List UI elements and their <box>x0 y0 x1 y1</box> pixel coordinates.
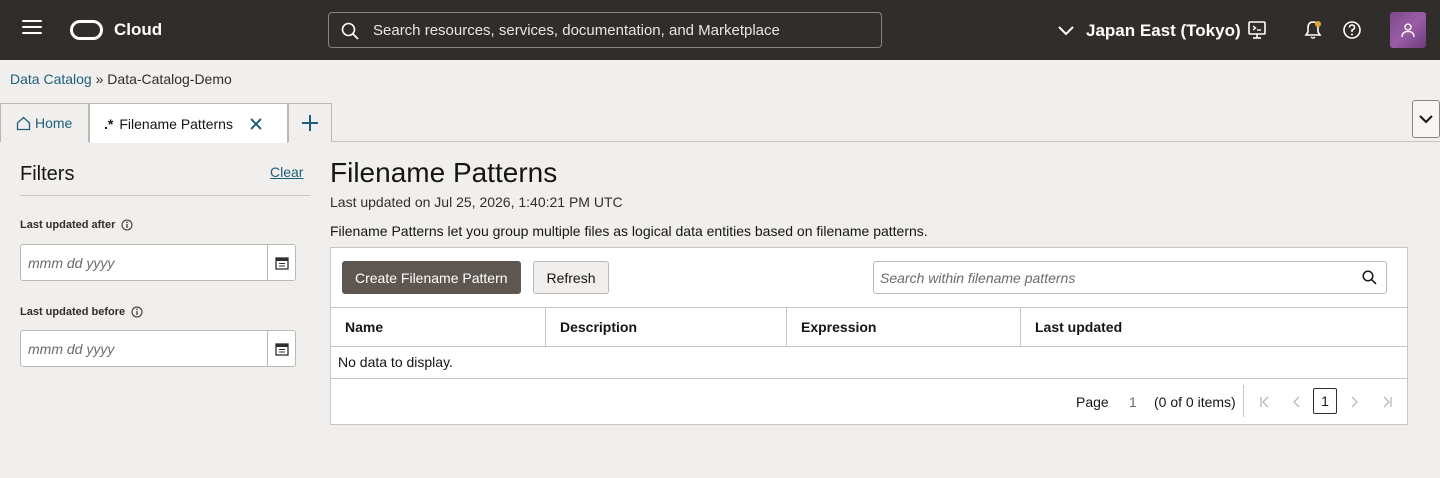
chevron-down-icon <box>1058 26 1074 36</box>
last-updated-before-label: Last updated before <box>20 306 143 318</box>
calendar-button[interactable] <box>267 245 295 280</box>
user-avatar[interactable] <box>1390 12 1426 48</box>
global-search-input[interactable] <box>373 13 873 47</box>
global-search[interactable] <box>328 12 882 48</box>
breadcrumb-current: Data-Catalog-Demo <box>107 71 232 87</box>
column-header-name[interactable]: Name <box>331 308 545 346</box>
last-updated-after-text: Last updated after <box>20 219 116 231</box>
last-page-icon[interactable] <box>1380 394 1394 410</box>
last-updated-before-input[interactable] <box>21 331 267 366</box>
close-icon[interactable] <box>250 117 262 130</box>
search-icon <box>341 22 359 40</box>
tab-home[interactable]: Home <box>0 103 89 142</box>
filters-divider <box>20 195 310 196</box>
bell-icon[interactable] <box>1303 20 1323 40</box>
info-icon[interactable] <box>131 306 143 318</box>
pagination: Page 1 (0 of 0 items) 1 <box>331 378 1407 424</box>
table-header: Name Description Expression Last updated <box>331 307 1407 347</box>
tab-strip: Home .* Filename Patterns <box>0 100 1440 143</box>
current-page-button[interactable]: 1 <box>1313 388 1337 414</box>
plus-icon <box>302 115 318 131</box>
column-header-description[interactable]: Description <box>545 308 786 346</box>
page-title: Filename Patterns <box>330 157 558 188</box>
regex-icon: .* <box>104 115 114 132</box>
previous-page-icon[interactable] <box>1290 394 1304 410</box>
top-navigation-bar: Cloud Japan East (Tokyo) <box>0 0 1440 60</box>
last-updated-after-label: Last updated after <box>20 219 133 231</box>
filename-patterns-table-panel: Create Filename Pattern Refresh Name Des… <box>330 247 1408 425</box>
region-selector[interactable]: Japan East (Tokyo) <box>1058 20 1241 42</box>
column-header-last-updated[interactable]: Last updated <box>1020 308 1407 346</box>
breadcrumb-separator: » <box>95 71 104 87</box>
table-search[interactable] <box>873 261 1387 294</box>
oracle-logo-icon[interactable] <box>70 20 103 40</box>
tab-filename-patterns[interactable]: .* Filename Patterns <box>89 103 288 143</box>
add-tab-button[interactable] <box>288 103 332 142</box>
last-updated-after-field[interactable] <box>20 244 296 281</box>
next-page-icon[interactable] <box>1347 394 1361 410</box>
calendar-button[interactable] <box>267 331 295 366</box>
help-icon[interactable] <box>1342 20 1362 40</box>
last-updated-text: Last updated on Jul 25, 2026, 1:40:21 PM… <box>330 194 623 210</box>
breadcrumb: Data Catalog » Data-Catalog-Demo <box>10 71 232 87</box>
clear-filters-link[interactable]: Clear <box>270 164 303 180</box>
page-description: Filename Patterns let you group multiple… <box>330 223 928 239</box>
table-search-input[interactable] <box>874 262 1354 293</box>
calendar-icon <box>274 342 289 356</box>
last-updated-before-text: Last updated before <box>20 306 126 318</box>
page-label: Page <box>1076 394 1109 410</box>
filters-title: Filters <box>20 163 75 185</box>
region-label: Japan East (Tokyo) <box>1086 21 1241 40</box>
hamburger-menu-icon[interactable] <box>22 20 42 40</box>
chevron-down-icon <box>1419 114 1433 123</box>
page-number: 1 <box>1129 394 1137 410</box>
info-icon[interactable] <box>121 219 133 231</box>
first-page-icon[interactable] <box>1258 394 1272 410</box>
tab-filename-patterns-label: Filename Patterns <box>119 115 233 132</box>
pager-divider <box>1243 385 1244 417</box>
column-header-expression[interactable]: Expression <box>786 308 1020 346</box>
empty-table-message: No data to display. <box>338 354 453 370</box>
last-updated-before-field[interactable] <box>20 330 296 367</box>
brand-name[interactable]: Cloud <box>114 20 162 40</box>
create-filename-pattern-button[interactable]: Create Filename Pattern <box>342 261 521 294</box>
refresh-button[interactable]: Refresh <box>533 261 609 294</box>
cloud-shell-icon[interactable] <box>1247 20 1267 40</box>
home-icon <box>16 116 31 130</box>
calendar-icon <box>274 256 289 270</box>
tab-home-label: Home <box>35 115 73 131</box>
items-count: (0 of 0 items) <box>1154 394 1236 410</box>
last-updated-after-input[interactable] <box>21 245 267 280</box>
user-icon <box>1401 23 1415 38</box>
search-icon[interactable] <box>1362 270 1377 285</box>
tab-overflow-button[interactable] <box>1412 100 1440 138</box>
breadcrumb-data-catalog-link[interactable]: Data Catalog <box>10 71 92 87</box>
